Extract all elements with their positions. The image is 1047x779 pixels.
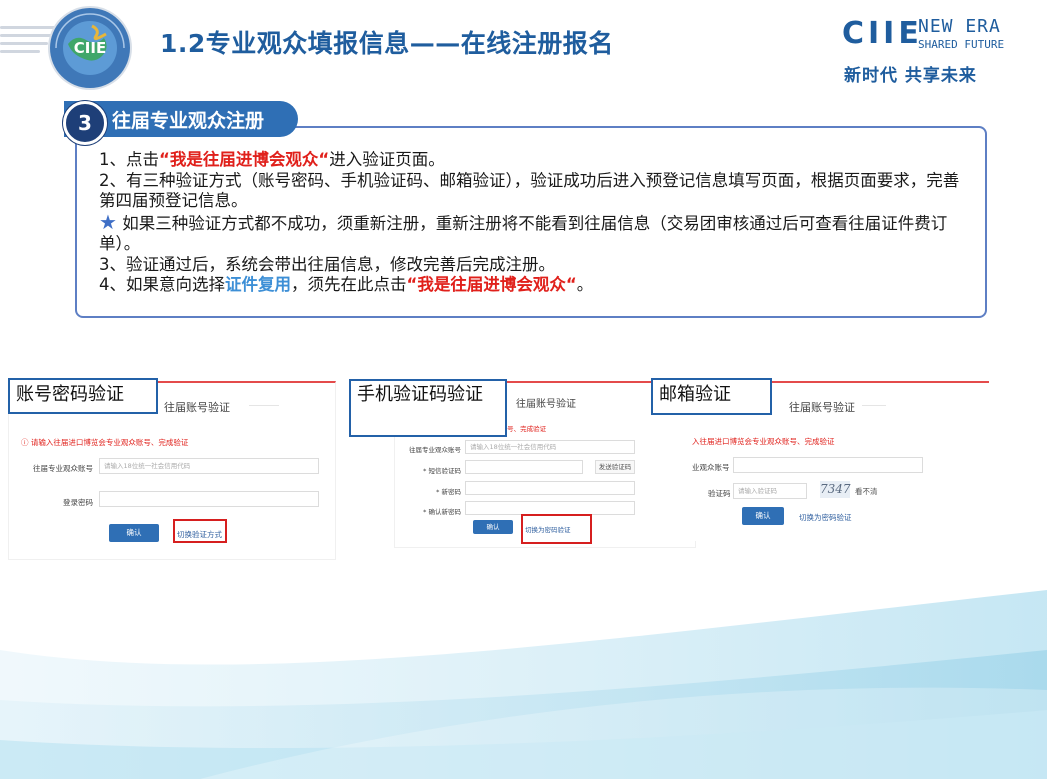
confirm-button[interactable]: 确认 (742, 507, 784, 525)
brand-name: CIIE (842, 16, 923, 51)
brand-slogan-en-1: NEW ERA (918, 16, 1001, 37)
tag-email-verify: 邮箱验证 (651, 378, 772, 415)
instruction-line-2: 2、有三种验证方式（账号密码、手机验证码、邮箱验证），验证成功后进入预登记信息填… (99, 170, 960, 211)
account-input[interactable]: 请输入18位统一社会信用代码 (99, 458, 319, 474)
returning-visitor-link-text: “我是往届进博会观众“ (159, 150, 330, 169)
confirm-password-label: * 确认新密码 (423, 508, 461, 516)
instruction-line-1: 1、点击“我是往届进博会观众“进入验证页面。 (99, 150, 445, 169)
ciie-logo-icon: CIIE (48, 6, 132, 90)
captcha-refresh-link[interactable]: 看不清 (855, 486, 878, 497)
instruction-line-4: 3、验证通过后，系统会带出往届信息，修改完善后完成注册。 (99, 254, 555, 274)
star-icon: ★ (99, 209, 117, 234)
section-title: 往届专业观众注册 (112, 110, 265, 132)
captcha-image[interactable]: 7347 (820, 481, 851, 498)
certificate-reuse-text: 证件复用 (225, 275, 291, 294)
new-password-label: * 新密码 (436, 488, 461, 496)
send-code-button[interactable]: 发送验证码 (595, 460, 635, 474)
brand-block: CIIE NEW ERA SHARED FUTURE 新时代 共享未来 (842, 14, 1012, 86)
account-label: 往届专业观众账号 (33, 464, 93, 473)
password-label: 登录密码 (63, 498, 93, 507)
code-label: 验证码 (708, 489, 731, 498)
password-input[interactable] (99, 491, 319, 507)
screen-alert: ⓘ 请输入往届进口博览会专业观众账号、完成验证 (21, 438, 189, 447)
brand-slogan-cn: 新时代 共享未来 (844, 66, 977, 86)
confirm-button[interactable]: 确认 (473, 520, 513, 534)
instruction-line-3: ★ 如果三种验证方式都不成功，须重新注册，重新注册将不能看到往届信息（交易团审核… (99, 209, 948, 253)
sms-code-label: * 短信验证码 (423, 467, 461, 475)
switch-password-link[interactable]: 切换为密码验证 (799, 512, 852, 523)
sms-code-input[interactable] (465, 460, 583, 474)
highlight-box (521, 514, 592, 544)
tag-phone-verify: 手机验证码验证 (349, 379, 507, 437)
code-input[interactable]: 请输入验证码 (733, 483, 807, 499)
account-label: 业观众账号 (692, 463, 730, 472)
confirm-password-input[interactable] (465, 501, 635, 515)
screen-title: 往届账号验证 (164, 401, 230, 414)
instructions-box: 1、点击“我是往届进博会观众“进入验证页面。 2、有三种验证方式（账号密码、手机… (75, 126, 987, 318)
confirm-button[interactable]: 确认 (109, 524, 159, 542)
screen-title: 往届账号验证 (789, 401, 855, 414)
section-number: 3 (63, 101, 107, 145)
screen-title: 往届账号验证 (516, 399, 576, 410)
page-title: 1.2专业观众填报信息——在线注册报名 (160, 29, 614, 58)
tag-account-verify: 账号密码验证 (8, 378, 158, 414)
highlight-box (173, 519, 227, 543)
new-password-input[interactable] (465, 481, 635, 495)
account-label: 往届专业观众账号 (409, 446, 461, 454)
account-input[interactable]: 请输入18位统一社会信用代码 (465, 440, 635, 454)
instruction-line-5: 4、如果意向选择证件复用，须先在此点击“我是往届进博会观众“。 (99, 275, 594, 294)
brand-slogan-en-2: SHARED FUTURE (918, 38, 1005, 51)
account-input[interactable] (733, 457, 923, 473)
screen-alert: 入往届进口博览会专业观众账号、完成验证 (692, 437, 835, 446)
logo-text: CIIE (74, 39, 106, 57)
